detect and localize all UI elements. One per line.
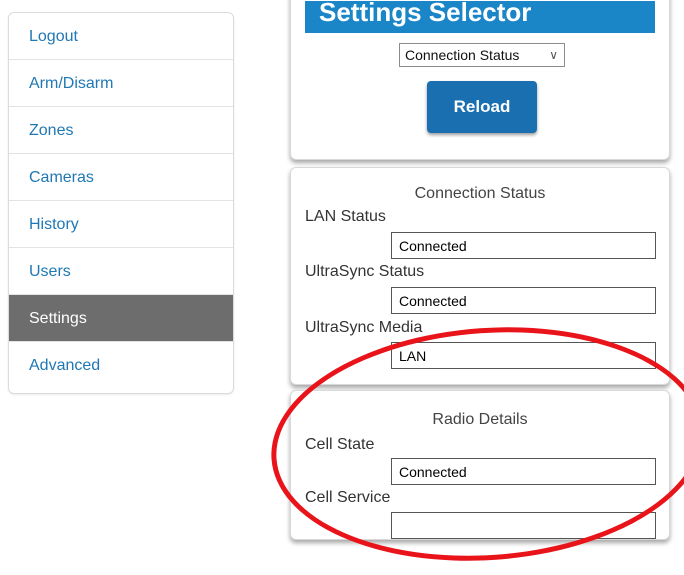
sidebar-item-cameras[interactable]: Cameras <box>9 154 233 201</box>
sidebar-item-users[interactable]: Users <box>9 248 233 295</box>
chevron-down-icon: ∨ <box>549 48 558 62</box>
sidebar-item-logout[interactable]: Logout <box>9 13 233 60</box>
connection-status-panel: Connection Status LAN Status Connected U… <box>290 167 670 385</box>
lan-status-label: LAN Status <box>305 208 386 225</box>
ultrasync-media-label: UltraSync Media <box>305 319 423 336</box>
radio-details-title: Radio Details <box>432 411 528 428</box>
sidebar-item-advanced[interactable]: Advanced <box>9 342 233 389</box>
cell-state-field[interactable]: Connected <box>391 458 656 485</box>
ultrasync-status-label: UltraSync Status <box>305 263 425 280</box>
sidebar-item-arm-disarm[interactable]: Arm/Disarm <box>9 60 233 107</box>
connection-status-title: Connection Status <box>414 185 546 202</box>
settings-selector-panel: Settings Selector Connection Status ∨ Re… <box>290 0 670 160</box>
cell-service-field[interactable] <box>391 512 656 539</box>
radio-details-panel: Radio Details Cell State Connected Cell … <box>290 390 670 540</box>
lan-status-field[interactable]: Connected <box>391 232 656 259</box>
settings-dropdown-value: Connection Status <box>405 47 520 63</box>
sidebar-item-zones[interactable]: Zones <box>9 107 233 154</box>
reload-button[interactable]: Reload <box>427 81 537 133</box>
settings-dropdown[interactable]: Connection Status ∨ <box>399 43 565 67</box>
sidebar-nav: Logout Arm/Disarm Zones Cameras History … <box>8 12 234 394</box>
ultrasync-media-field[interactable]: LAN <box>391 342 656 369</box>
sidebar-item-settings[interactable]: Settings <box>9 295 233 342</box>
cell-service-label: Cell Service <box>305 489 391 506</box>
cell-state-label: Cell State <box>305 436 375 453</box>
ultrasync-status-field[interactable]: Connected <box>391 287 656 314</box>
settings-selector-title: Settings Selector <box>305 1 655 33</box>
sidebar-item-history[interactable]: History <box>9 201 233 248</box>
